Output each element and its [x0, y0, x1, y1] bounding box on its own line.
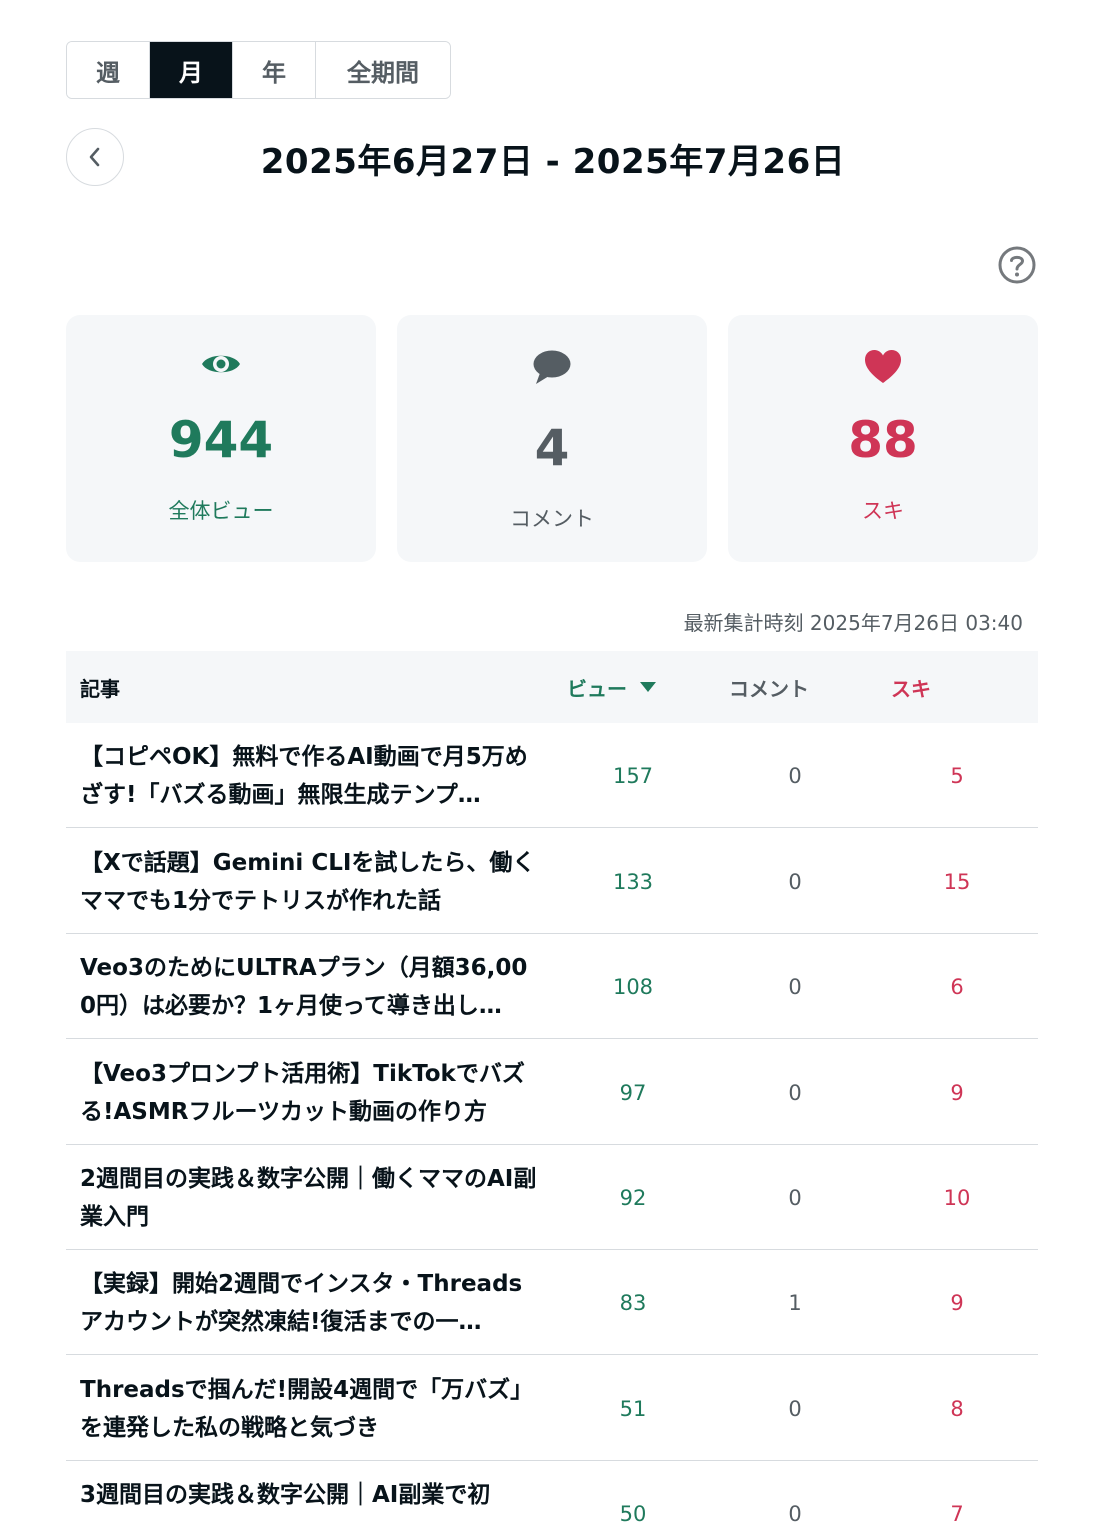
row-comments: 1: [788, 1290, 802, 1315]
table-row: 2週間目の実践＆数字公開｜働くママのAI副業入門 92 0 10: [66, 1145, 1038, 1250]
column-header-likes[interactable]: スキ: [891, 651, 931, 723]
row-likes: 9: [950, 1290, 964, 1315]
article-title-link[interactable]: 【コピペOK】無料で作るAI動画で月5万めざす!「バズる動画」無限生成テンプ…: [80, 738, 540, 814]
table-row: 【Veo3プロンプト活用術】TikTokでバズる!ASMRフルーツカット動画の作…: [66, 1040, 1038, 1145]
tab-year[interactable]: 年: [233, 42, 316, 98]
row-comments: 0: [788, 1080, 802, 1105]
table-row: 【実録】開始2週間でインスタ・Threadsアカウントが突然凍結!復活までの一……: [66, 1250, 1038, 1355]
tab-month[interactable]: 月: [150, 42, 233, 98]
article-title-link[interactable]: Threadsで掴んだ!開設4週間で「万バズ」を連発した私の戦略と気づき: [80, 1371, 540, 1447]
column-header-comments[interactable]: コメント: [729, 651, 809, 723]
row-comments: 0: [788, 974, 802, 999]
table-row: 【Xで話題】Gemini CLIを試したら、働くママでも1分でテトリスが作れた話…: [66, 829, 1038, 934]
row-likes: 10: [943, 1185, 971, 1210]
article-title-link[interactable]: 2週間目の実践＆数字公開｜働くママのAI副業入門: [80, 1160, 540, 1236]
likes-summary-card: 88 スキ: [728, 315, 1038, 562]
row-likes: 9: [950, 1080, 964, 1105]
row-views: 97: [619, 1080, 647, 1105]
table-row: Threadsで掴んだ!開設4週間で「万バズ」を連発した私の戦略と気づき 51 …: [66, 1356, 1038, 1461]
row-views: 108: [612, 974, 654, 999]
row-comments: 0: [788, 763, 802, 788]
sort-desc-icon: [640, 682, 656, 692]
row-comments: 0: [788, 1185, 802, 1210]
article-title-link[interactable]: 【Xで話題】Gemini CLIを試したら、働くママでも1分でテトリスが作れた話: [80, 844, 540, 920]
row-likes: 8: [950, 1396, 964, 1421]
comments-total-value: 4: [534, 419, 570, 477]
row-likes: 7: [950, 1501, 964, 1523]
heart-icon: [865, 350, 901, 383]
tab-all-time[interactable]: 全期間: [316, 42, 450, 98]
row-comments: 0: [788, 869, 802, 894]
article-title-link[interactable]: Veo3のためにULTRAプラン（月額36,000円）は必要か？1ヶ月使って導き…: [80, 949, 540, 1025]
row-views: 92: [619, 1185, 647, 1210]
row-views: 51: [619, 1396, 647, 1421]
article-title-link[interactable]: 【Veo3プロンプト活用術】TikTokでバズる!ASMRフルーツカット動画の作…: [80, 1055, 540, 1131]
row-likes: 5: [950, 763, 964, 788]
views-summary-card: 944 全体ビュー: [66, 315, 376, 562]
eye-icon: [202, 355, 240, 373]
row-views: 157: [612, 763, 654, 788]
column-header-article: 記事: [80, 676, 120, 701]
column-header-views[interactable]: ビュー: [567, 651, 657, 723]
tab-week[interactable]: 週: [67, 42, 150, 98]
table-row: Veo3のためにULTRAプラン（月額36,000円）は必要か？1ヶ月使って導き…: [66, 934, 1038, 1039]
row-views: 83: [619, 1290, 647, 1315]
row-views: 133: [612, 869, 654, 894]
help-button[interactable]: [996, 244, 1038, 286]
table-header: 記事 ビュー コメント スキ: [66, 651, 1038, 723]
speech-bubble-icon: [533, 350, 571, 384]
likes-total-label: スキ: [862, 499, 904, 523]
column-header-views-label: ビュー: [567, 676, 627, 701]
article-title-link[interactable]: 3週間目の実践＆数字公開｜AI副業で初: [80, 1476, 540, 1514]
row-likes: 15: [943, 869, 971, 894]
row-comments: 0: [788, 1396, 802, 1421]
row-comments: 0: [788, 1501, 802, 1523]
last-updated-timestamp: 最新集計時刻 2025年7月26日 03:40: [683, 611, 1023, 635]
likes-total-value: 88: [848, 411, 918, 469]
row-likes: 6: [950, 974, 964, 999]
views-total-value: 944: [168, 411, 274, 469]
date-range-title: 2025年6月27日 - 2025年7月26日: [260, 142, 846, 182]
question-circle-icon: [998, 246, 1036, 284]
views-total-label: 全体ビュー: [168, 499, 274, 523]
period-tabs: 週 月 年 全期間: [66, 41, 451, 99]
article-title-link[interactable]: 【実録】開始2週間でインスタ・Threadsアカウントが突然凍結!復活までの一…: [80, 1265, 540, 1341]
table-row: 3週間目の実践＆数字公開｜AI副業で初 50 0 7: [66, 1461, 1038, 1523]
comments-total-label: コメント: [510, 507, 594, 531]
comments-summary-card: 4 コメント: [397, 315, 707, 562]
table-row: 【コピペOK】無料で作るAI動画で月5万めざす!「バズる動画」無限生成テンプ… …: [66, 723, 1038, 828]
row-views: 50: [619, 1501, 647, 1523]
